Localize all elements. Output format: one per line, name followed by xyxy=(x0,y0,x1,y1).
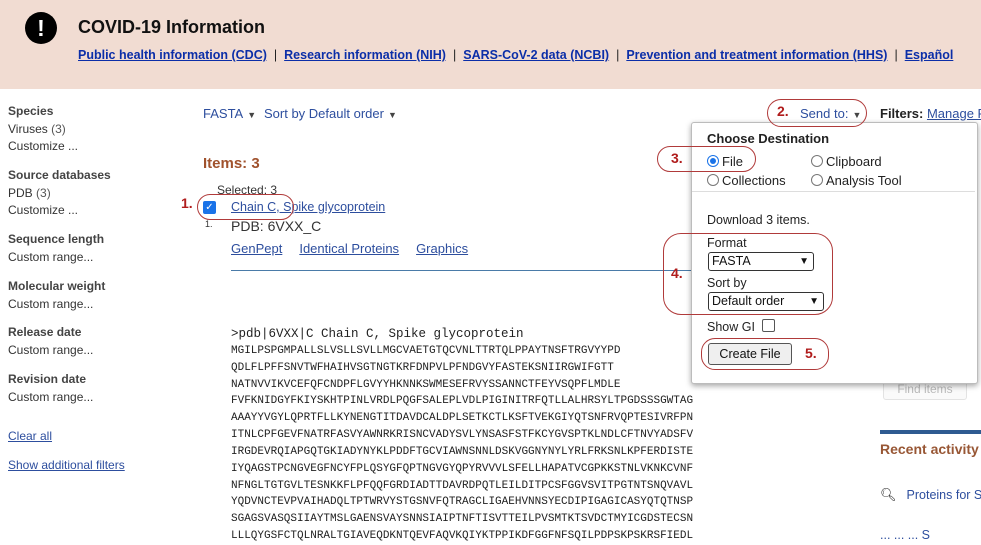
radio-icon xyxy=(707,174,719,186)
annotation-oval xyxy=(701,338,829,370)
link-nih[interactable]: Research information (NIH) xyxy=(284,48,446,62)
banner-title: COVID-19 Information xyxy=(78,17,266,37)
annotation-oval xyxy=(197,194,294,220)
annotation-oval xyxy=(657,146,756,172)
result-accession: PDB: 6VXX_C xyxy=(231,218,322,234)
sequence-line: FVFKNIDGYFKIYSKHTPINLVRDLPQGFSALEPLVDLPI… xyxy=(231,395,694,408)
facet-custom-range[interactable]: Custom range... xyxy=(8,390,93,404)
items-count: Items: 3 xyxy=(203,155,260,172)
annotation-oval xyxy=(767,99,867,127)
sequence-line: IRGDEVRQIAPGQTGKIADYNYKLPDDFTGCVIAWNSNNL… xyxy=(231,445,694,458)
format-label: FASTA xyxy=(203,106,244,121)
chevron-down-icon: ▼ xyxy=(387,110,397,120)
radio-clipboard[interactable]: Clipboard xyxy=(811,154,882,169)
covid-banner: ! COVID-19 Information Public health inf… xyxy=(0,0,981,89)
radio-icon xyxy=(811,155,823,167)
identical-proteins-link[interactable]: Identical Proteins xyxy=(299,241,399,256)
separator: | xyxy=(452,48,457,62)
link-ncbi[interactable]: SARS-CoV-2 data (NCBI) xyxy=(463,48,609,62)
show-gi-checkbox[interactable] xyxy=(762,319,775,332)
facet-item-label: PDB xyxy=(8,186,33,200)
clear-all-link[interactable]: Clear all xyxy=(8,429,52,443)
link-espanol[interactable]: Español xyxy=(905,48,954,62)
format-menu[interactable]: FASTA ▼ xyxy=(203,106,256,121)
separator: | xyxy=(273,48,278,62)
sequence-line: NATNVVIKVCEFQFCNDPFLGVYYHKNNKSWMESEFRVYS… xyxy=(231,378,621,391)
recent-activity-label: Proteins for S xyxy=(906,488,981,502)
facet-item-label: Viruses xyxy=(8,122,48,136)
sequence-line: ITNLCPFGEVFNATRFASVYAWNRKRISNCVADYSVLYNS… xyxy=(231,429,694,442)
separator: | xyxy=(616,48,620,62)
facet-revision-date: Revision date Custom range... xyxy=(8,372,93,407)
filters-label: Filters: xyxy=(880,106,924,121)
show-filters-link-wrap: Show additional filters xyxy=(8,458,125,472)
clear-all-link-wrap: Clear all xyxy=(8,429,52,443)
facet-title: Species xyxy=(8,104,54,118)
link-hhs[interactable]: Prevention and treatment information (HH… xyxy=(626,48,887,62)
radio-icon xyxy=(811,174,823,186)
divider xyxy=(231,270,691,271)
link-cdc[interactable]: Public health information (CDC) xyxy=(78,48,267,62)
download-text: Download 3 items. xyxy=(707,213,810,227)
sequence-line: YQDVNCTEVPVAIHADQLTPTWRVYSTGSNVFQTRAGCLI… xyxy=(231,496,694,509)
facet-molecular-weight: Molecular weight Custom range... xyxy=(8,279,105,314)
sequence-line: SGAGSVASQSIIAYTMSLGAENSVAYSNNSIAIPTNFTIS… xyxy=(231,513,694,526)
facet-title: Revision date xyxy=(8,372,87,386)
recent-activity-item[interactable]: 🔍︎ Proteins for S xyxy=(880,487,981,503)
facet-custom-range[interactable]: Custom range... xyxy=(8,250,104,264)
facet-title: Release date xyxy=(8,325,82,339)
sequence-line: QDLFLPFFSNVTWFHAIHVSGTNGTKRFDNPVLPFNDGVY… xyxy=(231,361,614,374)
popup-divider xyxy=(692,191,975,192)
recent-activity-bar xyxy=(880,430,981,434)
banner-links: Public health information (CDC) | Research… xyxy=(78,48,953,62)
fasta-sequence: >pdb|6VXX|C Chain C, Spike glycoprotein M… xyxy=(231,326,693,545)
popup-title: Choose Destination xyxy=(707,131,830,146)
filters-header: Filters: Manage F xyxy=(880,106,981,121)
sort-menu[interactable]: Sort by Default order ▼ xyxy=(264,106,397,121)
annotation-1: 1. xyxy=(181,195,193,211)
radio-collections[interactable]: Collections xyxy=(707,173,786,188)
show-additional-filters-link[interactable]: Show additional filters xyxy=(8,458,125,472)
facet-source-databases: Source databases PDB (3) Customize ... xyxy=(8,168,111,220)
facet-item[interactable]: PDB (3) xyxy=(8,186,111,200)
manage-filters-link[interactable]: Manage F xyxy=(927,106,981,121)
facet-customize[interactable]: Customize ... xyxy=(8,203,111,217)
genpept-link[interactable]: GenPept xyxy=(231,241,282,256)
sort-label: Sort by Default order xyxy=(264,106,384,121)
facet-customize[interactable]: Customize ... xyxy=(8,139,78,153)
sequence-line: MGILPSPGMPALLSLVSLLSVLLMGCVAETGTQCVNLTTR… xyxy=(231,344,621,357)
chevron-down-icon: ▼ xyxy=(247,110,257,120)
sequence-line: NFNGLTGTGVLTESNKKFLPFQQFGRDIADTTDAVRDPQT… xyxy=(231,479,694,492)
recent-activity-title: Recent activity xyxy=(880,441,979,457)
radio-label: Analysis Tool xyxy=(826,173,902,188)
facet-release-date: Release date Custom range... xyxy=(8,325,93,360)
facet-count: (3) xyxy=(36,186,51,200)
result-links: GenPept Identical Proteins Graphics xyxy=(231,241,485,256)
annotation-oval xyxy=(663,233,833,315)
radio-label: Collections xyxy=(722,173,786,188)
sequence-line: IYQAGSTPCNGVEGFNCYFPLQSYGFQPTNGVGYQPYRVV… xyxy=(231,462,694,475)
facet-title: Molecular weight xyxy=(8,279,106,293)
facet-title: Source databases xyxy=(8,168,111,182)
facet-sequence-length: Sequence length Custom range... xyxy=(8,232,104,267)
facet-custom-range[interactable]: Custom range... xyxy=(8,343,93,357)
facet-custom-range[interactable]: Custom range... xyxy=(8,297,105,311)
search-icon: 🔍︎ xyxy=(880,487,897,502)
exclamation-icon: ! xyxy=(25,12,57,44)
fasta-header: >pdb|6VXX|C Chain C, Spike glycoprotein xyxy=(231,327,524,341)
result-number: 1. xyxy=(205,219,213,229)
facet-species: Species Viruses (3) Customize ... xyxy=(8,104,78,156)
facet-title: Sequence length xyxy=(8,232,105,246)
radio-analysis-tool[interactable]: Analysis Tool xyxy=(811,173,902,188)
radio-label: Clipboard xyxy=(826,154,882,169)
show-gi-label: Show GI xyxy=(707,320,755,334)
facet-item[interactable]: Viruses (3) xyxy=(8,122,78,136)
separator: | xyxy=(894,48,898,62)
graphics-link[interactable]: Graphics xyxy=(416,241,468,256)
sequence-line: AAAYYVGYLQPRTFLLKYNENGTITDAVDCALDPLSETKC… xyxy=(231,412,694,425)
recent-activity-item[interactable]: ... ... ... S xyxy=(880,528,930,542)
facet-count: (3) xyxy=(51,122,66,136)
